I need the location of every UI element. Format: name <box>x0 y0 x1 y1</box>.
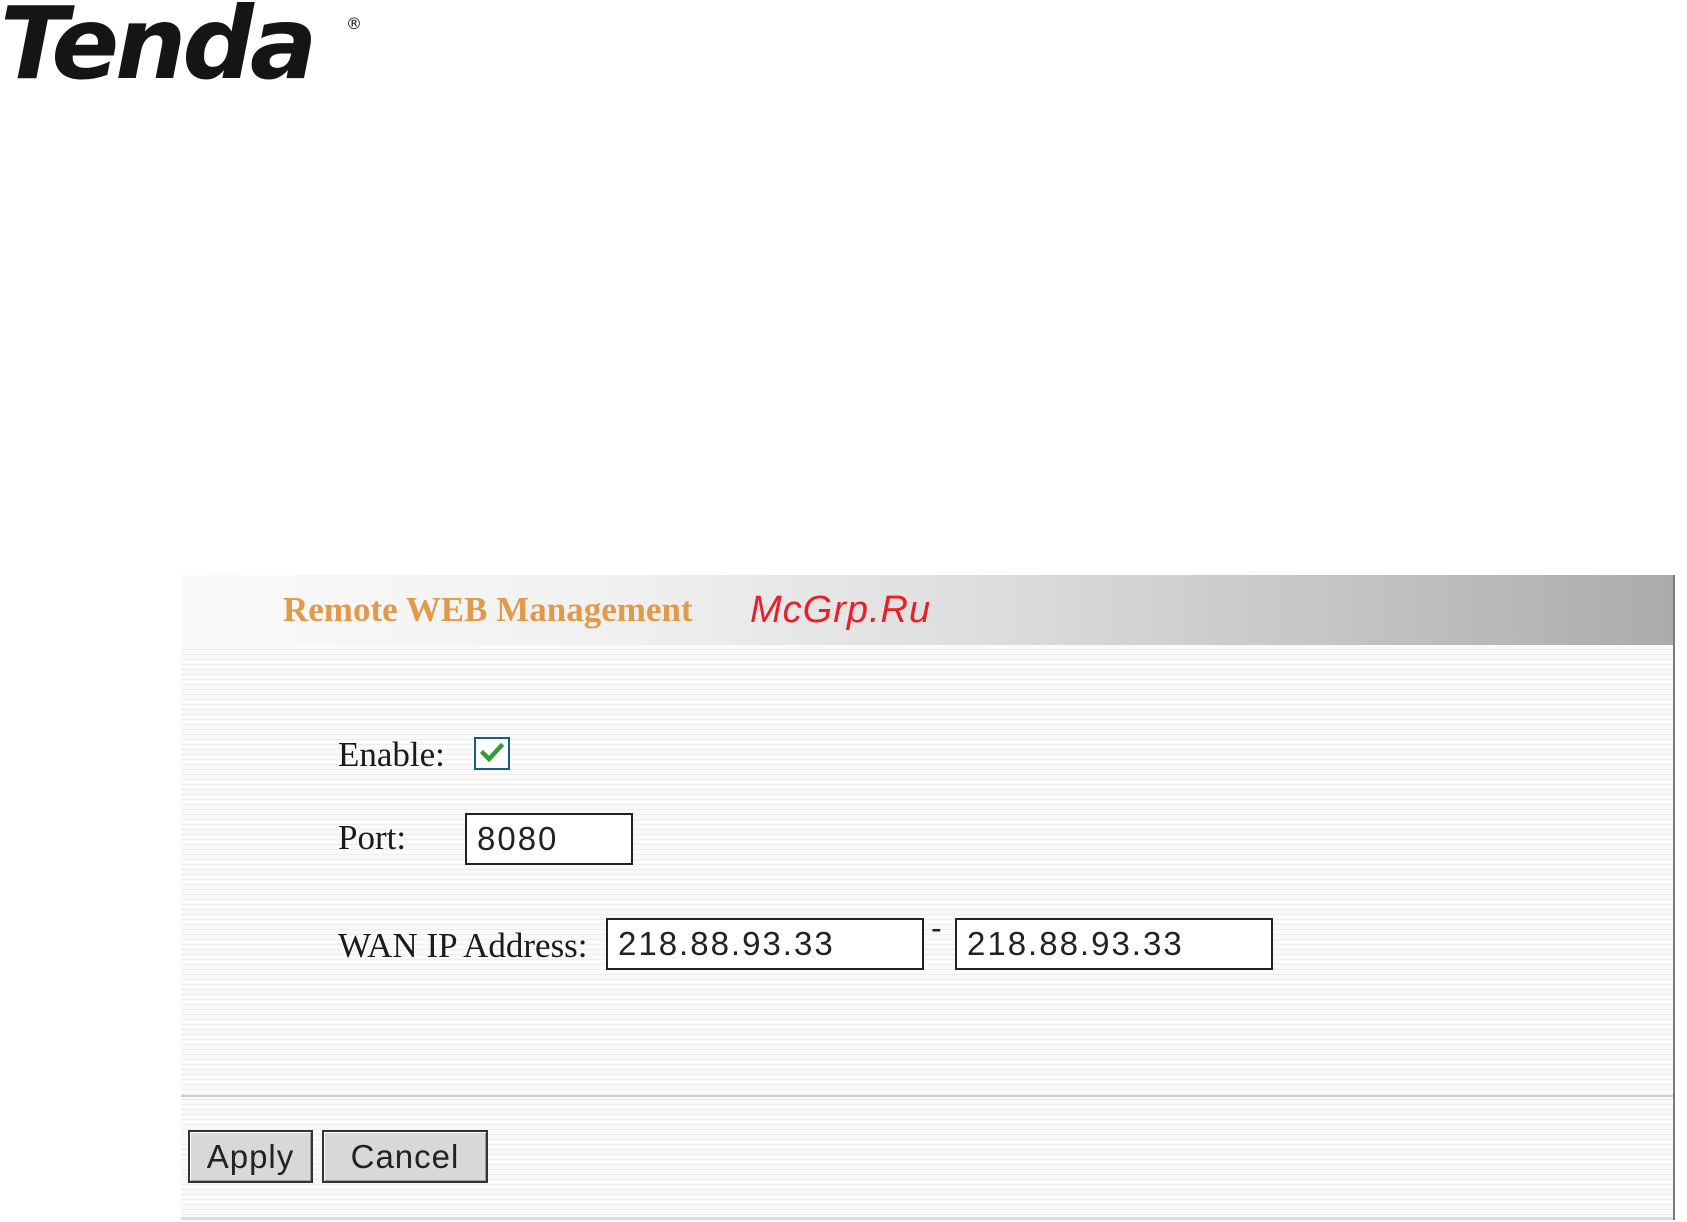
enable-label: Enable: <box>338 735 445 774</box>
wan-ip-start-input[interactable]: 218.88.93.33 <box>606 918 924 970</box>
checkmark-icon <box>480 742 504 763</box>
wan-ip-separator: - <box>931 910 942 946</box>
watermark: McGrp.Ru <box>750 589 932 631</box>
enable-checkbox[interactable] <box>474 737 510 770</box>
logo-text: Tenda <box>0 0 317 102</box>
panel-bottom-border <box>181 1217 1673 1220</box>
cancel-button[interactable]: Cancel <box>322 1130 488 1183</box>
apply-button[interactable]: Apply <box>188 1130 313 1183</box>
port-input[interactable]: 8080 <box>465 813 633 865</box>
tenda-logo: Tenda <box>0 0 317 94</box>
divider <box>181 1095 1673 1097</box>
panel-header: Remote WEB Management McGrp.Ru <box>181 575 1673 645</box>
port-label: Port: <box>338 818 407 857</box>
registered-mark: ® <box>346 14 362 33</box>
remote-web-management-panel: Remote WEB Management McGrp.Ru Enable: P… <box>181 575 1675 1220</box>
panel-title: Remote WEB Management <box>283 590 693 629</box>
wan-ip-end-input[interactable]: 218.88.93.33 <box>955 918 1273 970</box>
wan-ip-label: WAN IP Address: <box>338 926 588 965</box>
